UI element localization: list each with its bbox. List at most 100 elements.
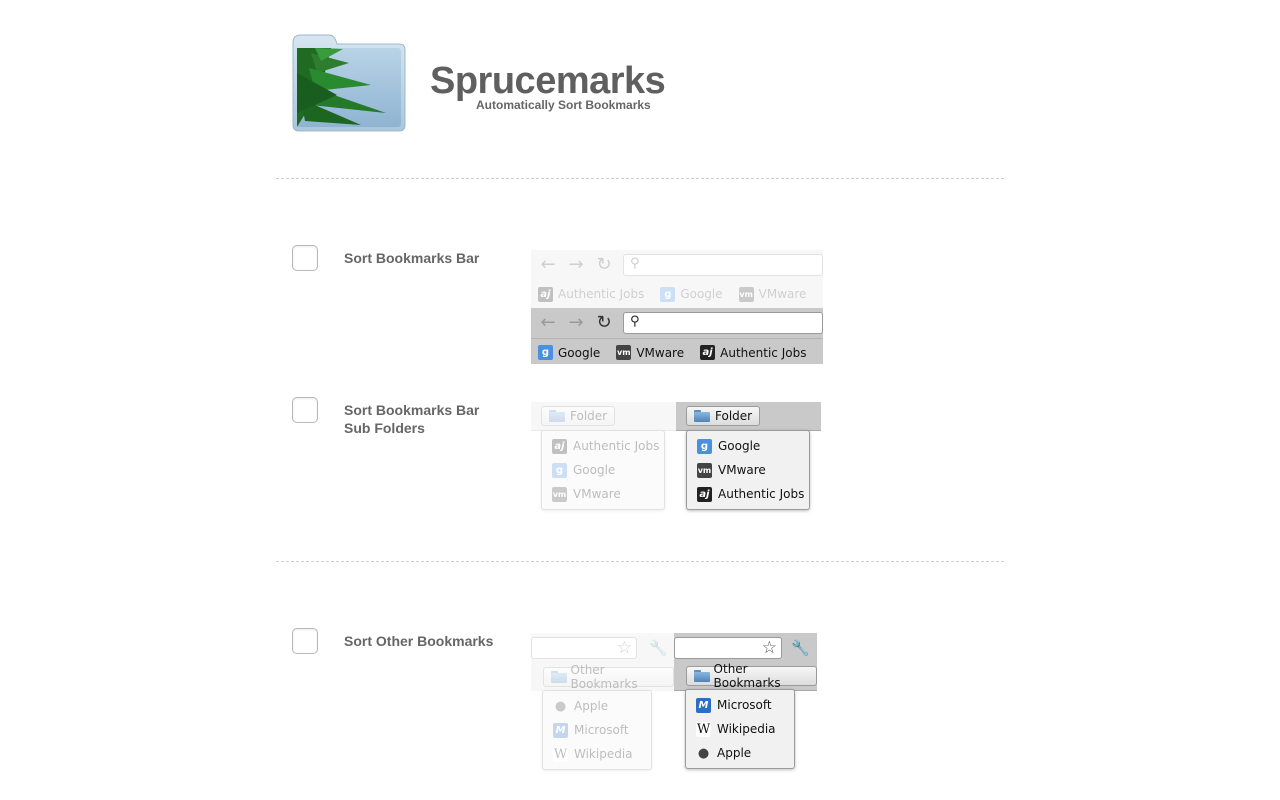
wikipedia-icon: W [553,746,568,762]
dropdown-item: aj Authentic Jobs [542,434,664,458]
browser-toolbar: ☆ 🔧 Other Bookmarks [531,633,674,691]
forward-arrow-icon: → [568,254,584,275]
folder-button: Folder [686,406,761,426]
folder-dropdown: aj Authentic Jobs g Google vm VMware [541,430,665,510]
bookmark-label: VMware [758,287,807,301]
microsoft-icon: M [696,697,711,713]
bookmark-item: vm VMware [738,286,807,302]
bookmark-label: Authentic Jobs [558,287,645,301]
folder-icon [551,671,567,683]
item-label: Wikipedia [574,747,633,761]
dropdown-item: M Microsoft [686,693,794,717]
item-label: Authentic Jobs [718,487,805,501]
authentic-jobs-icon: aj [552,438,567,454]
sort-bookmarks-bar-label: Sort Bookmarks Bar [344,249,479,267]
folder-icon [549,410,565,422]
dropdown-item: W Wikipedia [686,717,794,741]
vmware-icon: vm [697,462,712,478]
sort-subfolders-checkbox[interactable] [292,397,318,423]
search-icon: ⚲ [630,314,640,329]
option-label-line-1: Sort Bookmarks Bar [344,402,480,418]
dropdown-item: vm VMware [542,482,664,506]
back-arrow-icon: ← [540,254,556,275]
dropdown-item: W Wikipedia [543,742,651,766]
other-preview-after: ☆ 🔧 Other Bookmarks M Microsoft W Wikipedi… [674,633,817,769]
forward-arrow-icon: → [568,312,584,333]
subfolder-preview-before: Folder aj Authentic Jobs g Google vm VMware [531,402,676,510]
address-bar: ☆ [674,637,782,659]
dropdown-item: g Google [687,434,809,458]
folder-icon [694,410,710,422]
preview-before: ← → ↻ ⚲ aj Authentic Jobs g Google vm VMwar… [531,250,823,308]
folder-button: Folder [541,406,616,426]
item-label: Apple [574,699,609,713]
vmware-icon: vm [616,345,632,360]
bookmark-item: g Google [660,286,723,302]
authentic-jobs-icon: aj [538,286,553,302]
bookmarks-bar: g Google vm VMware aj Authentic Jobs [531,338,823,364]
folder-icon [694,670,710,682]
sort-other-bookmarks-checkbox[interactable] [292,628,318,654]
dropdown-item: vm VMware [687,458,809,482]
bookmarks-bar-preview: ← → ↻ ⚲ aj Authentic Jobs g Google vm VMwar… [531,250,823,364]
bookmarks-bar: Folder [531,402,676,431]
dropdown-item: g Google [542,458,664,482]
bookmarks-bar: aj Authentic Jobs g Google vm VMware [531,280,823,308]
address-bar: ⚲ [623,254,823,276]
sort-bookmarks-bar-checkbox[interactable] [292,245,318,271]
item-label: Apple [717,746,752,760]
item-label: Authentic Jobs [573,439,660,453]
browser-toolbar: ← → ↻ ⚲ [531,308,823,338]
option-label-text: Sort Other Bookmarks [344,633,494,649]
folder-dropdown: g Google vm VMware aj Authentic Jobs [686,430,810,510]
apple-icon: ● [554,698,567,714]
item-label: Wikipedia [717,722,776,736]
dropdown-item: M Microsoft [543,718,651,742]
bookmark-item: aj Authentic Jobs [700,345,806,360]
reload-icon: ↻ [596,254,612,275]
dropdown-item: ● Apple [543,694,651,718]
search-icon: ⚲ [630,256,640,271]
item-label: Google [718,439,761,453]
option-label-text: Sort Bookmarks Bar [344,250,480,266]
sort-other-bookmarks-label: Sort Other Bookmarks [344,632,493,650]
authentic-jobs-icon: aj [697,486,712,502]
browser-toolbar: ☆ 🔧 Other Bookmarks [674,633,817,691]
google-icon: g [538,345,553,360]
bookmarks-bar: Folder [676,402,821,431]
item-label: VMware [718,463,766,477]
vmware-icon: vm [552,486,567,502]
google-icon: g [697,438,712,454]
app-subtitle: Automatically Sort Bookmarks [476,98,651,112]
address-bar: ☆ [531,637,637,659]
wikipedia-icon: W [696,721,711,737]
app-title: Sprucemarks [430,60,666,102]
bookmark-label: Google [680,287,723,301]
dropdown-item: ● Apple [686,741,794,765]
star-icon: ☆ [761,638,777,658]
google-icon: g [552,462,567,478]
folder-label: Folder [715,409,753,423]
folder-label: Other Bookmarks [713,662,781,690]
bookmark-item: aj Authentic Jobs [538,286,645,302]
apple-icon: ● [697,745,710,761]
other-bookmarks-button: Other Bookmarks [543,663,674,691]
star-icon: ☆ [616,638,632,658]
bookmark-label: Google [558,345,601,360]
authentic-jobs-icon: aj [700,345,716,360]
preview-after: ← → ↻ ⚲ g Google vm VMware aj Authentic Job… [531,308,823,364]
reload-icon: ↻ [596,312,612,333]
address-bar: ⚲ [623,312,823,334]
back-arrow-icon: ← [540,312,556,333]
bookmark-label: VMware [636,345,685,360]
other-bookmarks-dropdown: M Microsoft W Wikipedia ● Apple [685,689,795,769]
item-label: Microsoft [717,698,772,712]
other-preview-before: ☆ 🔧 Other Bookmarks ● Apple M Microsoft WW… [531,633,674,770]
microsoft-icon: M [553,722,568,738]
item-label: VMware [573,487,621,501]
google-icon: g [660,286,676,302]
folder-label: Other Bookmarks [570,663,638,691]
section-divider [276,178,1004,179]
dropdown-item: aj Authentic Jobs [687,482,809,506]
wrench-icon: 🔧 [791,639,810,657]
